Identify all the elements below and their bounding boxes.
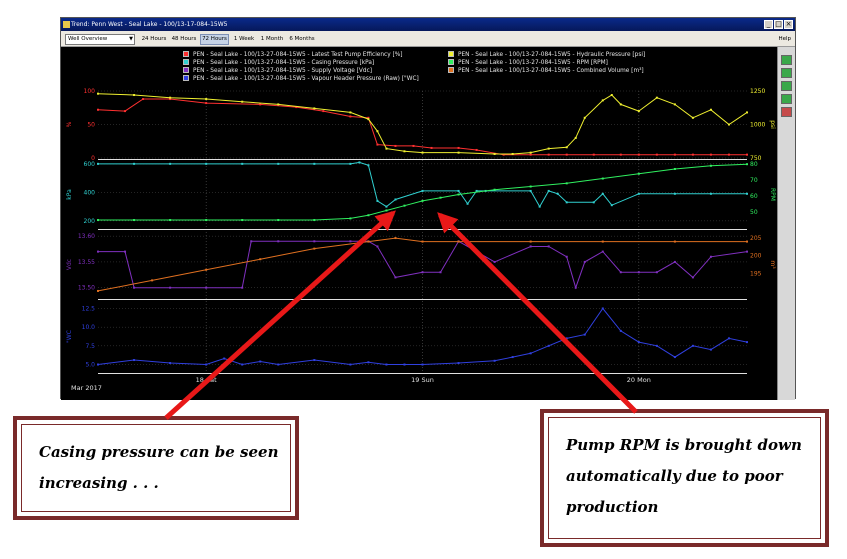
- annotation-arrows: [164, 210, 638, 420]
- arrow-casing-pressure: [164, 210, 396, 420]
- arrow-pump-rpm: [437, 212, 638, 414]
